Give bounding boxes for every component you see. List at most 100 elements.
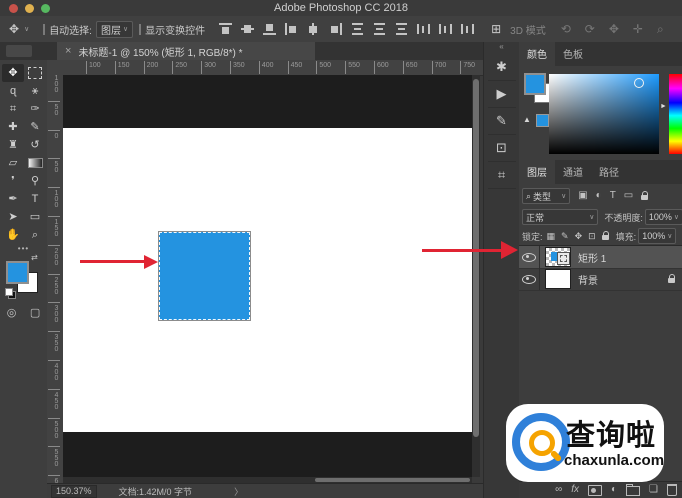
foreground-color-swatch[interactable] <box>524 73 546 95</box>
ruler-corner[interactable] <box>47 60 64 76</box>
zoom-3d-icon[interactable]: ⌕ <box>657 23 664 35</box>
vertical-scrollbar[interactable] <box>472 75 480 477</box>
brush-settings-panel-icon[interactable]: ✎ <box>488 108 516 135</box>
layer-style-icon[interactable]: fx <box>571 485 579 495</box>
new-group-icon[interactable] <box>626 486 640 496</box>
magic-wand-tool[interactable]: ⚹ <box>24 82 46 100</box>
rectangle-tool[interactable]: ▭ <box>24 208 46 226</box>
filter-smart-objects-icon[interactable] <box>641 195 648 200</box>
hue-slider[interactable] <box>669 74 682 154</box>
zoom-level-field[interactable]: 150.37% <box>51 485 97 498</box>
link-layers-icon[interactable]: ∞ <box>555 485 562 495</box>
fill-dropdown[interactable]: 100% ∨ <box>638 228 676 244</box>
lasso-tool[interactable]: ɋ <box>2 82 24 100</box>
layer-row-rectangle-1[interactable]: 矩形 1 <box>519 246 682 269</box>
blue-rectangle-selection[interactable] <box>159 232 250 320</box>
distribute-vertical-centers-icon[interactable] <box>373 23 386 35</box>
visibility-toggle[interactable] <box>519 268 540 290</box>
clone-stamp-tool[interactable]: ♜ <box>2 136 24 154</box>
layer-thumbnail[interactable] <box>545 269 571 289</box>
blur-tool[interactable]: ❜ <box>2 172 24 190</box>
align-top-edges-icon[interactable] <box>219 23 232 35</box>
distribute-bottom-edges-icon[interactable] <box>395 23 408 35</box>
horizontal-ruler[interactable]: 1001502002503003504004505005506006507007… <box>63 60 483 76</box>
color-cursor-icon[interactable] <box>634 78 644 88</box>
eraser-tool[interactable]: ▱ <box>2 154 24 172</box>
vertical-scrollbar-thumb[interactable] <box>473 79 479 437</box>
toolbar-header[interactable] <box>6 45 32 57</box>
layer-row-background[interactable]: 背景 <box>519 268 682 291</box>
align-right-edges-icon[interactable] <box>329 23 342 35</box>
brush-tool[interactable]: ✎ <box>24 118 46 136</box>
pan-3d-icon[interactable]: ✥ <box>609 23 619 35</box>
tab-paths[interactable]: 路径 <box>591 160 627 184</box>
canvas[interactable] <box>63 128 472 432</box>
default-colors-icon[interactable] <box>5 288 15 298</box>
align-horizontal-centers-icon[interactable] <box>307 23 320 35</box>
horizontal-scrollbar-thumb[interactable] <box>315 478 470 482</box>
clone-source-panel-icon[interactable]: ⊡ <box>488 135 516 162</box>
hue-slider-marker-icon[interactable]: ► <box>660 103 667 110</box>
distribute-right-edges-icon[interactable] <box>461 23 474 35</box>
move-tool-icon[interactable]: ✥ <box>9 23 19 35</box>
gradient-tool[interactable] <box>24 154 46 172</box>
zoom-tool[interactable]: ⌕ <box>24 226 46 244</box>
status-options-chevron[interactable]: 〉 <box>234 485 243 498</box>
new-layer-icon[interactable]: ❏ <box>649 485 658 495</box>
document-tab[interactable]: × 未标题-1 @ 150% (矩形 1, RGB/8*) * <box>57 42 315 60</box>
rectangular-marquee-tool[interactable] <box>24 64 46 82</box>
history-brush-tool[interactable]: ↺ <box>24 136 46 154</box>
tab-swatches[interactable]: 色板 <box>555 42 591 66</box>
edit-toolbar-ellipsis[interactable]: ••• <box>0 244 47 253</box>
opacity-dropdown[interactable]: 100% ∨ <box>645 209 682 225</box>
align-vertical-centers-icon[interactable] <box>241 23 254 35</box>
path-selection-tool[interactable]: ➤ <box>2 208 24 226</box>
gamut-closest-color-swatch[interactable] <box>536 114 549 127</box>
distribute-top-edges-icon[interactable] <box>351 23 364 35</box>
properties-panel-icon[interactable]: ⌗ <box>488 162 516 189</box>
roll-3d-icon[interactable]: ⟳ <box>585 23 595 35</box>
visibility-toggle[interactable] <box>519 246 540 268</box>
foreground-color-swatch[interactable] <box>6 261 29 284</box>
crop-tool[interactable]: ⌗ <box>2 100 24 118</box>
orbit-3d-icon[interactable]: ⟲ <box>561 23 571 35</box>
tab-layers[interactable]: 图层 <box>519 160 555 184</box>
filter-type-layers-icon[interactable]: T <box>610 191 616 201</box>
tab-channels[interactable]: 通道 <box>555 160 591 184</box>
filter-pixel-layers-icon[interactable]: ▣ <box>578 191 587 201</box>
close-tab-icon[interactable]: × <box>65 45 71 57</box>
filter-shape-layers-icon[interactable]: ▭ <box>624 191 633 201</box>
align-bottom-edges-icon[interactable] <box>263 23 276 35</box>
align-left-edges-icon[interactable] <box>285 23 298 35</box>
vertical-ruler[interactable]: 1005005010015020025030035040045050055060… <box>47 75 64 483</box>
layer-filter-dropdown[interactable]: ⌕ 类型 ∨ <box>522 188 570 204</box>
tab-color[interactable]: 颜色 <box>519 42 555 66</box>
auto-select-checkbox[interactable] <box>43 24 45 35</box>
saturation-brightness-field[interactable] <box>549 74 659 154</box>
distribute-horizontal-centers-icon[interactable] <box>439 23 452 35</box>
distribute-spacing-icon[interactable]: ⊞ <box>491 23 501 35</box>
dodge-tool[interactable]: ⚲ <box>24 172 46 190</box>
layer-thumbnail[interactable] <box>545 247 571 267</box>
gamut-warning-icon[interactable]: ▲ <box>523 115 531 124</box>
quick-mask-icon[interactable]: ◎ <box>7 306 17 319</box>
hand-tool[interactable]: ✋ <box>2 226 24 244</box>
spot-healing-brush-tool[interactable]: ✚ <box>2 118 24 136</box>
pen-tool[interactable]: ✒ <box>2 190 24 208</box>
delete-layer-icon[interactable] <box>667 484 677 496</box>
layer-name[interactable]: 矩形 1 <box>578 250 606 265</box>
filter-adjustment-layers-icon[interactable]: ◐ <box>596 191 602 201</box>
lock-transparent-pixels-icon[interactable]: ▦ <box>547 231 556 241</box>
add-layer-mask-icon[interactable] <box>588 485 602 496</box>
distribute-left-edges-icon[interactable] <box>417 23 430 35</box>
actions-panel-icon[interactable]: ▶ <box>488 81 516 108</box>
blend-mode-dropdown[interactable]: 正常 ∨ <box>522 209 598 225</box>
layer-name[interactable]: 背景 <box>578 272 598 287</box>
type-tool[interactable]: T <box>24 190 46 208</box>
chevron-down-icon[interactable]: ∨ <box>24 25 29 33</box>
lock-image-pixels-icon[interactable]: ✎ <box>561 231 569 241</box>
slide-3d-icon[interactable]: ✛ <box>633 23 643 35</box>
eyedropper-tool[interactable]: ✑ <box>24 100 46 118</box>
screen-mode-icon[interactable]: ▢ <box>30 306 40 319</box>
show-transform-controls-checkbox[interactable] <box>139 24 141 35</box>
